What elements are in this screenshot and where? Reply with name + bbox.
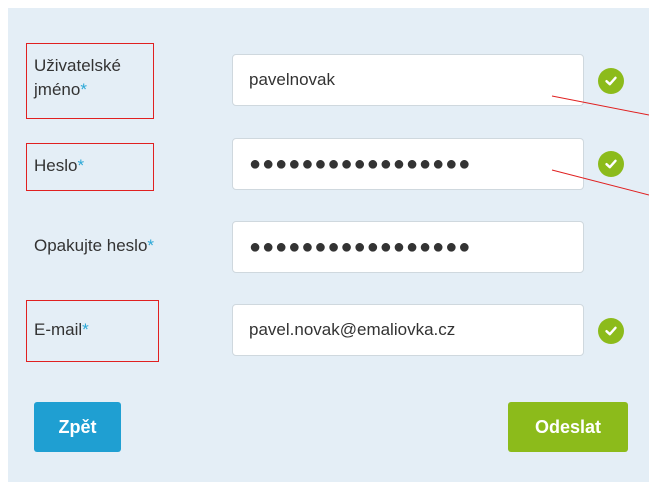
submit-button[interactable]: Odeslat — [508, 402, 628, 452]
annotation-line-username — [551, 95, 649, 116]
annotation-line-password — [551, 169, 649, 196]
back-button[interactable]: Zpět — [34, 402, 121, 452]
